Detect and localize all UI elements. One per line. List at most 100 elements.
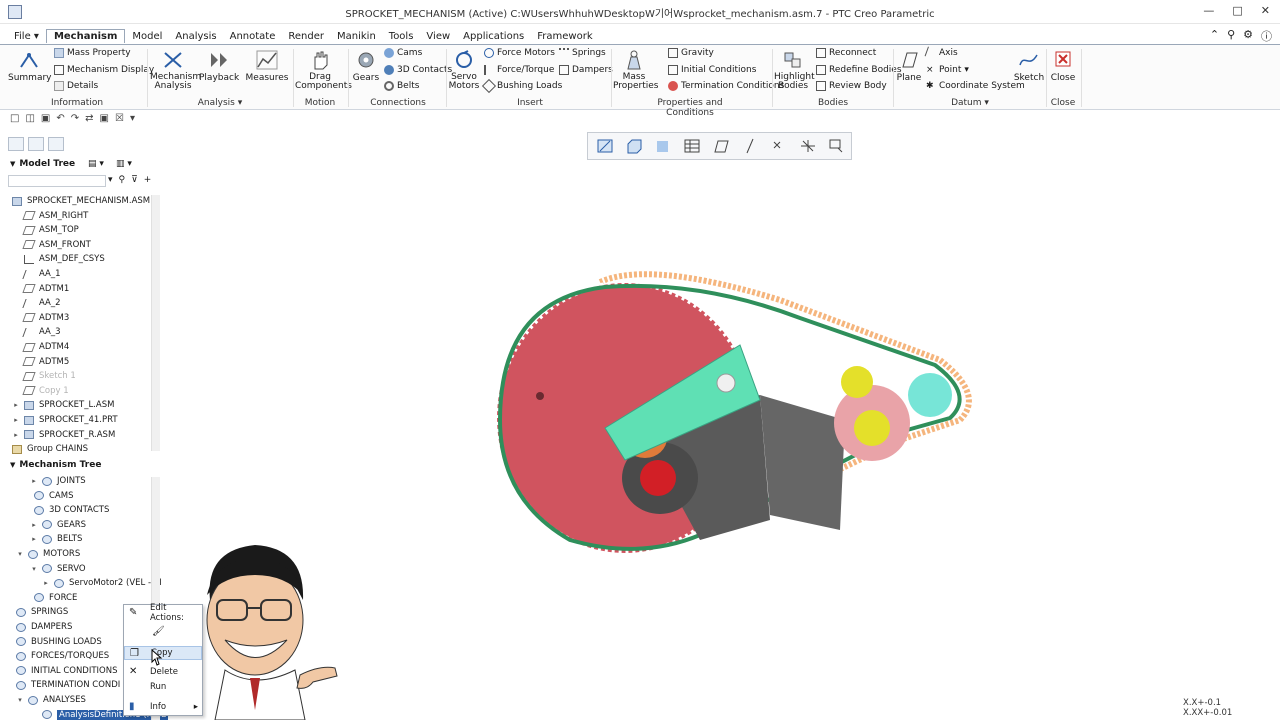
expand-arrow-icon[interactable]: ▾ [16,696,24,704]
model-tree-item[interactable]: Copy 1 [22,384,69,398]
tab-model[interactable]: Model [126,30,168,43]
measures-button[interactable]: Measures [245,49,289,83]
expand-arrow-icon[interactable]: ▸ [12,416,20,424]
mechanism-tree-item[interactable]: DAMPERS [16,620,72,634]
mechanism-tree-item[interactable]: BUSHING LOADS [16,635,102,649]
expand-arrow-icon[interactable]: ▸ [42,579,50,587]
mechanism-tree-item[interactable]: ▾ ANALYSES [16,693,86,707]
expand-icon[interactable]: ⌃ [1210,28,1219,44]
settings-icon[interactable]: ⚙ [1243,28,1253,44]
point-button[interactable]: × Point ▾ [926,65,969,75]
mechanism-tree-item[interactable]: ▸ JOINTS [30,474,85,488]
filter-icon[interactable]: ⊽ [131,175,138,185]
termination-conditions-button[interactable]: Termination Conditions [668,81,784,91]
model-tree-item[interactable]: ▸ SPROCKET_R.ASM [12,428,115,442]
tab-render[interactable]: Render [282,30,330,43]
highlight-bodies-button[interactable]: Highlight Bodies [774,49,815,91]
model-tree-item[interactable]: ADTM1 [22,282,69,296]
mechanism-tree-item[interactable]: 3D CONTACTS [34,503,109,517]
expand-arrow-icon[interactable]: ▸ [12,401,20,409]
search-icon[interactable]: ⚲ [1227,28,1235,44]
model-tree-item[interactable]: Sketch 1 [22,369,76,383]
run-item[interactable]: Run [124,680,202,694]
bushing-loads-button[interactable]: Bushing Loads [481,78,562,94]
model-tree-item[interactable]: ASM_DEF_CSYS [24,252,105,266]
customize-icon[interactable]: ▾ [130,113,135,124]
info-item[interactable]: ▮ Info ▸ [124,700,202,714]
edit-definition-item[interactable]: 🖌 [124,623,202,641]
model-tree-item[interactable]: ADTM3 [22,311,69,325]
model-tree-item[interactable]: ASM_RIGHT [22,209,88,223]
tab-mechanism[interactable]: Mechanism [45,29,126,43]
open-icon[interactable]: ◫ [25,113,34,124]
tab-tools[interactable]: Tools [383,30,420,43]
model-tree-item[interactable]: AA_2 [22,296,61,310]
summary-button[interactable]: Summary [8,49,52,83]
cams-button[interactable]: Cams [384,48,422,58]
datum-plane-display-icon[interactable] [708,135,734,157]
help-icon[interactable]: ⓘ [1261,28,1272,44]
gears-button[interactable]: Gears [350,49,382,83]
model-tree-item[interactable]: AA_3 [22,325,61,339]
close-window-button[interactable]: ✕ [1261,4,1270,17]
model-tree-item[interactable]: ADTM4 [22,340,69,354]
tab-applications[interactable]: Applications [457,30,530,43]
regenerate-icon[interactable]: ⇄ [85,113,93,124]
close-button[interactable]: Close [1048,49,1078,83]
redefine-bodies-button[interactable]: Redefine Bodies [816,65,902,75]
csys-display-icon[interactable] [795,135,821,157]
folder-browser-tab[interactable] [28,137,44,151]
mass-property-button[interactable]: Mass Property [54,48,131,58]
mechanism-tree-item[interactable]: ▸ ServoMotor2 (VEL - SI [42,576,161,590]
collapse-icon[interactable]: ▼ [10,461,15,469]
3d-contacts-button[interactable]: 3D Contacts [384,65,452,75]
sketch-button[interactable]: Sketch [1012,49,1046,83]
group-datum[interactable]: Datum ▾ [930,98,1010,108]
refit-icon[interactable] [592,135,618,157]
tree-settings-icon[interactable]: ▤ ▾ [88,159,104,169]
group-analysis[interactable]: Analysis ▾ [180,98,260,108]
force-torque-button[interactable]: Force/Torque [484,65,554,75]
mechanism-tree-item[interactable]: FORCES/TORQUES [16,649,109,663]
model-tree-item[interactable]: ASM_FRONT [22,238,91,252]
gravity-button[interactable]: Gravity [668,48,714,58]
tree-search-input[interactable] [8,175,106,187]
axis-button[interactable]: Axis [924,46,958,60]
expand-arrow-icon[interactable]: ▸ [12,431,20,439]
playback-button[interactable]: Playback [199,49,239,83]
belts-button[interactable]: Belts [384,81,419,91]
model-tree-item[interactable]: ▸ SPROCKET_L.ASM [12,398,114,412]
model-tree-item[interactable]: ADTM5 [22,355,69,369]
datum-point-display-icon[interactable] [766,135,792,157]
coordinate-system-button[interactable]: ✱ Coordinate System [926,81,1025,91]
find-icon[interactable]: ▾ [108,175,113,185]
model-tree-item[interactable]: SPROCKET_MECHANISM.ASM [12,194,150,208]
model-tree-scrollbar[interactable] [151,195,160,451]
drag-components-button[interactable]: Drag Components [295,49,352,91]
expand-arrow-icon[interactable]: ▸ [30,521,38,529]
model-tree-item[interactable]: AA_1 [22,267,61,281]
save-icon[interactable]: ▣ [41,113,50,124]
expand-arrow-icon[interactable]: ▸ [30,535,38,543]
mechanism-tree-item[interactable]: FORCE [34,591,77,605]
display-style-icon[interactable] [621,135,647,157]
file-menu[interactable]: File ▾ [8,30,45,43]
model-tree-item[interactable]: Group CHAINS [12,442,88,456]
mechanism-tree-item[interactable]: ▸ BELTS [30,532,82,546]
mechanism-tree-item[interactable]: ▸ GEARS [30,518,86,532]
minimize-button[interactable]: — [1203,4,1214,17]
review-body-button[interactable]: Review Body [816,81,887,91]
mechanism-tree-item[interactable]: ▾ MOTORS [16,547,80,561]
binoculars-icon[interactable]: ⚲ [119,175,126,185]
annotation-display-icon[interactable] [824,135,850,157]
mechanism-analysis-button[interactable]: Mechanism Analysis [150,49,201,91]
favorites-tab[interactable] [48,137,64,151]
details-button[interactable]: Details [54,81,98,91]
datum-axis-display-icon[interactable] [737,135,763,157]
springs-button[interactable]: Springs [559,48,606,58]
force-motors-button[interactable]: Force Motors [484,48,555,58]
model-tree-tab[interactable] [8,137,24,151]
model-tree-item[interactable]: ASM_TOP [22,223,79,237]
dampers-button[interactable]: Dampers [559,65,613,75]
initial-conditions-button[interactable]: Initial Conditions [668,65,756,75]
